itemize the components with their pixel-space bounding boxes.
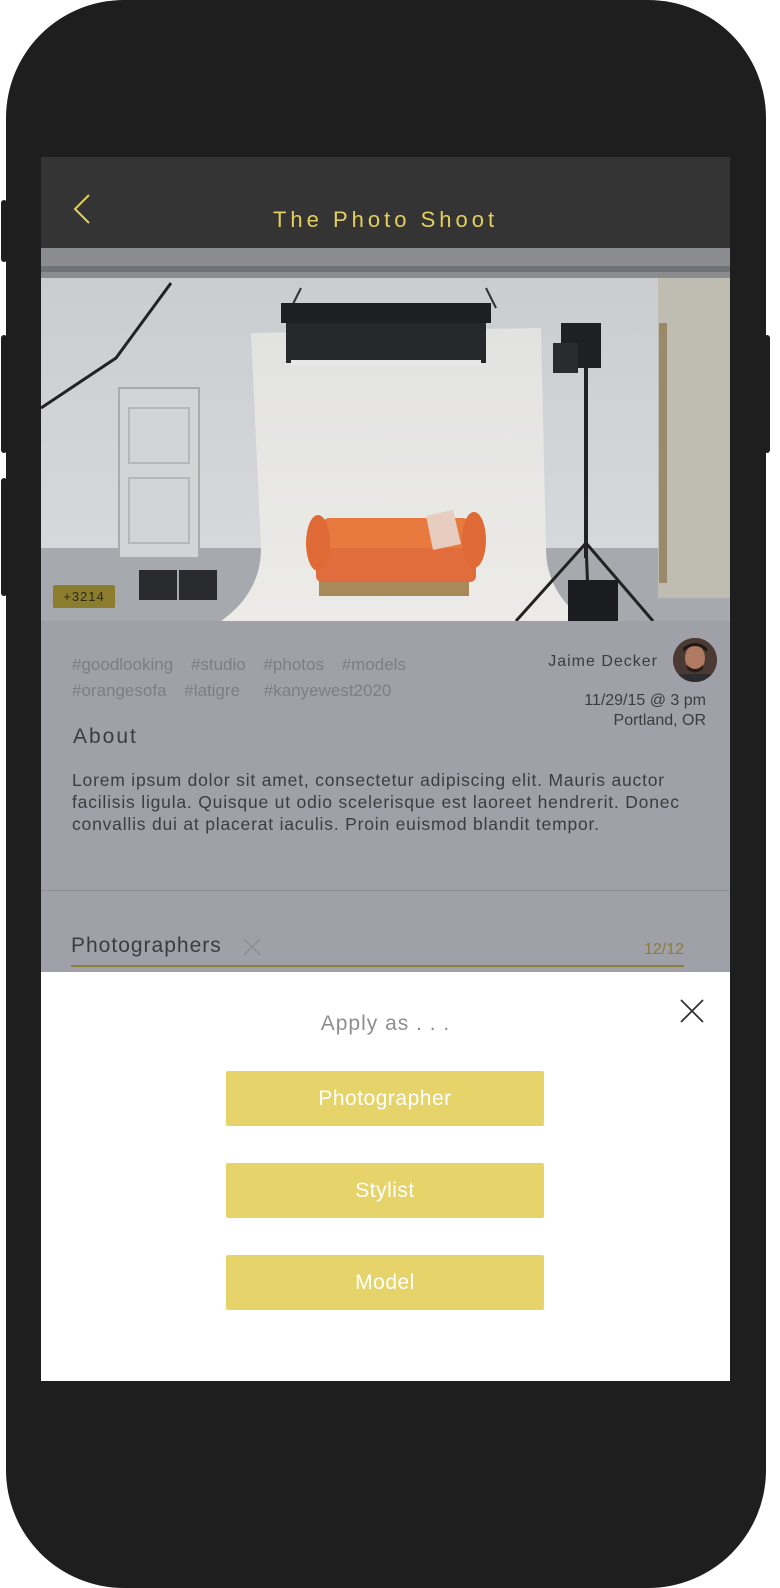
avatar-image	[673, 638, 717, 682]
apply-sheet: Apply as . . . Photographer Stylist Mode…	[41, 972, 730, 1381]
sheet-title: Apply as . . .	[320, 1012, 451, 1035]
tag[interactable]: #kanyewest2020	[264, 681, 392, 700]
event-location: Portland, OR	[613, 712, 706, 729]
about-heading: About	[73, 725, 138, 748]
tag[interactable]: #photos	[263, 655, 324, 674]
apply-stylist-button[interactable]: Stylist	[226, 1163, 544, 1218]
host-name[interactable]: Jaime Decker	[548, 653, 658, 671]
about-text: Lorem ipsum dolor sit amet, consectetur …	[72, 770, 680, 834]
apply-photographer-button[interactable]: Photographer	[226, 1071, 544, 1126]
section-underline	[71, 965, 684, 967]
section-title[interactable]: Photographers	[71, 934, 222, 958]
tag-list: #goodlooking #studio #photos #models #or…	[72, 652, 502, 704]
tag[interactable]: #goodlooking	[72, 655, 173, 674]
participants-badge: +3214	[53, 585, 115, 608]
tag[interactable]: #latigre	[184, 681, 240, 700]
app-screen: The Photo Shoot +3214 #goodlooking #stud…	[41, 157, 730, 1381]
apply-model-button[interactable]: Model	[226, 1255, 544, 1310]
divider	[41, 890, 730, 891]
slot-count: 12/12	[643, 941, 684, 958]
navbar: The Photo Shoot	[41, 157, 730, 248]
hero-image: +3214	[41, 248, 730, 621]
close-icon[interactable]	[241, 936, 263, 958]
tag[interactable]: #orangesofa	[72, 681, 167, 700]
photo-studio-image	[41, 248, 730, 621]
tag[interactable]: #studio	[191, 655, 246, 674]
tag[interactable]: #models	[342, 655, 406, 674]
page-title: The Photo Shoot	[272, 207, 499, 232]
avatar[interactable]	[673, 638, 717, 682]
event-date: 11/29/15 @ 3 pm	[584, 692, 706, 709]
